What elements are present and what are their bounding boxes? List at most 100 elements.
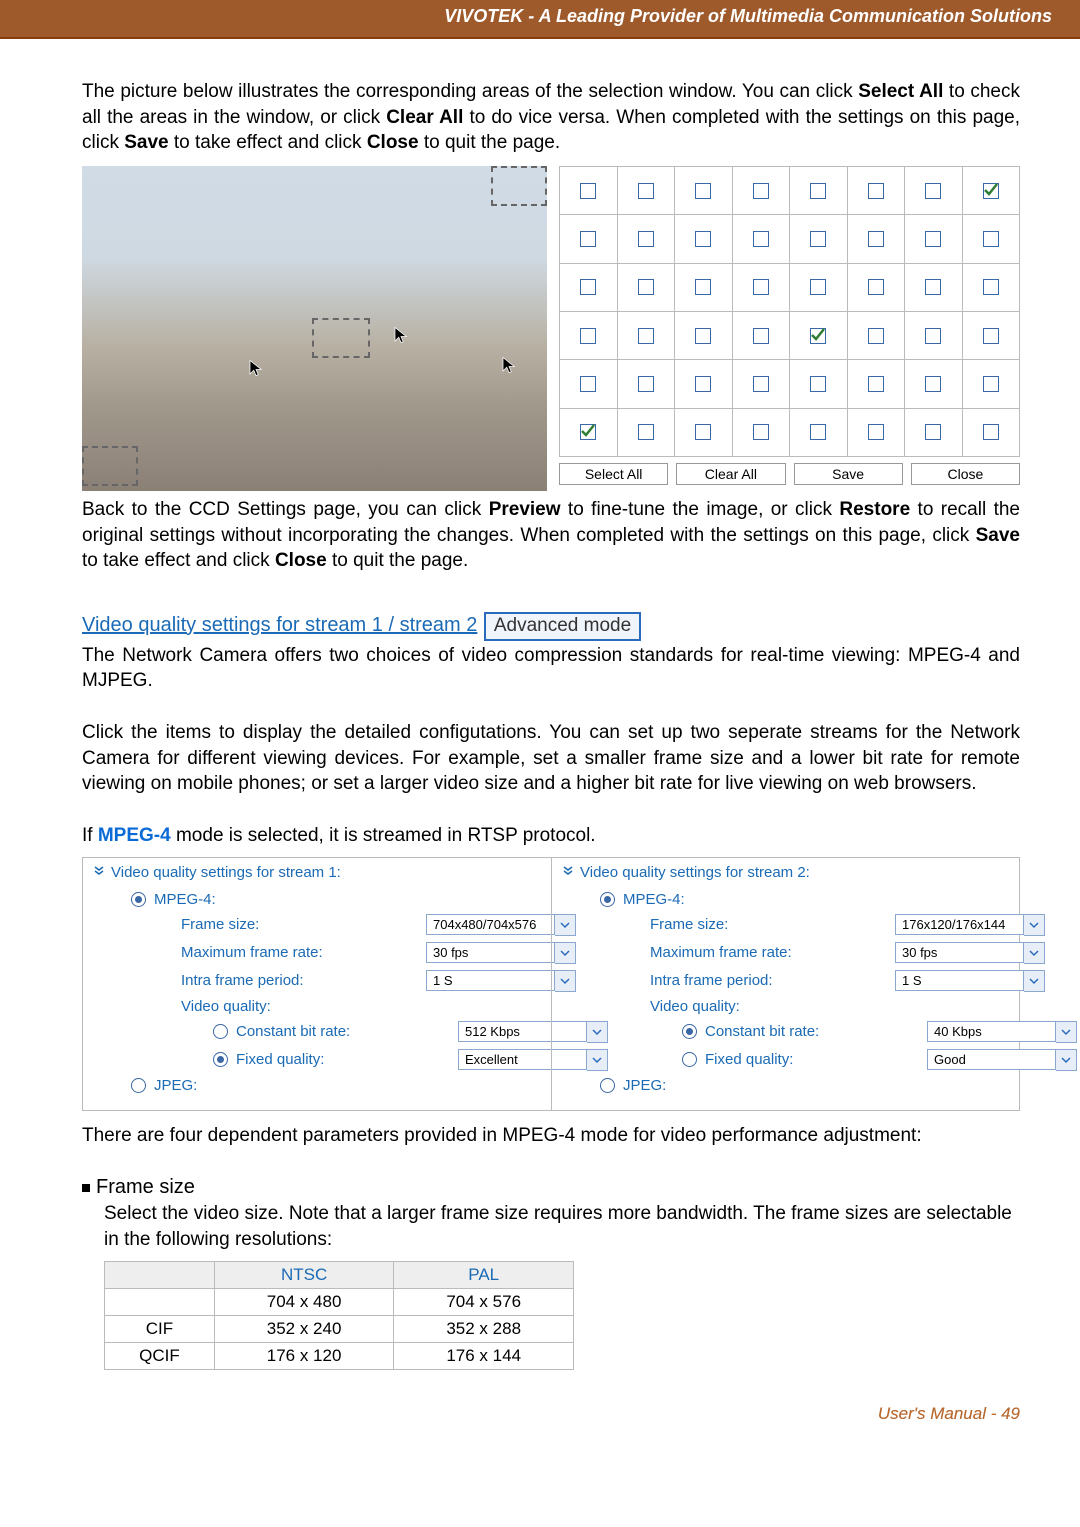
checkbox-icon: [983, 231, 999, 247]
text-bold: Preview: [489, 499, 561, 520]
document-header: VIVOTEK - A Leading Provider of Multimed…: [0, 0, 1080, 37]
checkbox-icon: [580, 231, 596, 247]
bullet-title: Frame size: [96, 1176, 195, 1199]
fixed-quality-radio[interactable]: Fixed quality:: [562, 1051, 927, 1068]
mpeg4-radio[interactable]: MPEG-4:: [600, 891, 1009, 908]
video-quality-label: Video quality:: [93, 998, 426, 1015]
panel-title[interactable]: Video quality settings for stream 1:: [93, 864, 541, 881]
checkbox-cell[interactable]: [618, 409, 676, 457]
text: to fine-tune the image, or click: [561, 499, 840, 520]
chevron-down-icon[interactable]: [1024, 942, 1045, 964]
checkbox-cell[interactable]: [733, 264, 791, 312]
text: If: [82, 825, 98, 846]
table-header: PAL: [394, 1261, 574, 1288]
table-cell: 704 x 480: [214, 1288, 394, 1315]
checkbox-cell[interactable]: [675, 312, 733, 360]
checkbox-cell[interactable]: [675, 167, 733, 215]
checkbox-cell[interactable]: [790, 360, 848, 408]
checkbox-cell[interactable]: [790, 409, 848, 457]
paragraph-2: Back to the CCD Settings page, you can c…: [82, 497, 1020, 574]
checkbox-icon: [580, 376, 596, 392]
text: The picture below illustrates the corres…: [82, 81, 858, 102]
constant-bit-rate-radio[interactable]: Constant bit rate:: [562, 1023, 927, 1040]
double-chevron-down-icon: [562, 864, 574, 881]
checkbox-icon: [753, 231, 769, 247]
table-row: QCIF176 x 120176 x 144: [105, 1342, 574, 1369]
select-value: 30 fps: [895, 942, 1024, 963]
checkbox-cell[interactable]: [675, 360, 733, 408]
checkbox-cell[interactable]: [618, 360, 676, 408]
checkbox-cell[interactable]: [848, 360, 906, 408]
checkbox-icon: [983, 279, 999, 295]
close-button[interactable]: Close: [911, 463, 1020, 485]
checkbox-cell[interactable]: [560, 167, 618, 215]
checkbox-cell[interactable]: [733, 215, 791, 263]
vqs-panel-stream2: Video quality settings for stream 2: MPEG…: [551, 858, 1019, 1110]
checkbox-cell[interactable]: [618, 167, 676, 215]
checkbox-cell[interactable]: [963, 360, 1021, 408]
checkbox-cell[interactable]: [963, 264, 1021, 312]
checkbox-cell[interactable]: [618, 264, 676, 312]
checkbox-cell[interactable]: [618, 215, 676, 263]
clear-all-button[interactable]: Clear All: [676, 463, 785, 485]
text-bold: Restore: [839, 499, 910, 520]
select-value: Good: [927, 1049, 1056, 1070]
chevron-down-icon[interactable]: [1056, 1049, 1077, 1071]
checkbox-icon: [925, 376, 941, 392]
checkbox-cell[interactable]: [848, 264, 906, 312]
checkbox-cell[interactable]: [963, 215, 1021, 263]
table-cell: 176 x 120: [214, 1342, 394, 1369]
radio-icon: [213, 1052, 228, 1067]
checkbox-cell[interactable]: [905, 360, 963, 408]
checkbox-icon: [580, 328, 596, 344]
checkbox-cell[interactable]: [733, 409, 791, 457]
checkbox-cell[interactable]: [963, 167, 1021, 215]
checkbox-cell[interactable]: [963, 409, 1021, 457]
panel-title[interactable]: Video quality settings for stream 2:: [562, 864, 1009, 881]
checkbox-cell[interactable]: [733, 360, 791, 408]
checkbox-cell[interactable]: [675, 409, 733, 457]
save-button[interactable]: Save: [794, 463, 903, 485]
checkbox-cell[interactable]: [733, 167, 791, 215]
checkbox-cell[interactable]: [675, 215, 733, 263]
checkbox-cell[interactable]: [905, 264, 963, 312]
checkbox-cell[interactable]: [848, 215, 906, 263]
paragraph-3: The Network Camera offers two choices of…: [82, 643, 1020, 694]
checkbox-cell[interactable]: [733, 312, 791, 360]
chevron-down-icon[interactable]: [1024, 914, 1045, 936]
checkbox-cell[interactable]: [790, 167, 848, 215]
checkbox-icon: [638, 231, 654, 247]
chevron-down-icon[interactable]: [1024, 970, 1045, 992]
checkbox-cell[interactable]: [905, 409, 963, 457]
checkbox-cell[interactable]: [560, 409, 618, 457]
mpeg4-radio[interactable]: MPEG-4:: [131, 891, 541, 908]
checkbox-cell[interactable]: [790, 264, 848, 312]
select-all-button[interactable]: Select All: [559, 463, 668, 485]
video-quality-link[interactable]: Video quality settings for stream 1 / st…: [82, 614, 477, 636]
checkbox-cell[interactable]: [905, 215, 963, 263]
checkbox-cell[interactable]: [963, 312, 1021, 360]
jpeg-radio[interactable]: JPEG:: [131, 1077, 541, 1094]
fixed-quality-radio[interactable]: Fixed quality:: [93, 1051, 458, 1068]
checkbox-cell[interactable]: [618, 312, 676, 360]
checkbox-cell[interactable]: [560, 215, 618, 263]
table-cell: [105, 1288, 215, 1315]
checkbox-cell[interactable]: [848, 409, 906, 457]
checkbox-icon: [695, 279, 711, 295]
checkbox-cell[interactable]: [560, 264, 618, 312]
constant-bit-rate-radio[interactable]: Constant bit rate:: [93, 1023, 458, 1040]
checkbox-cell[interactable]: [848, 167, 906, 215]
table-header: NTSC: [214, 1261, 394, 1288]
checkbox-cell[interactable]: [848, 312, 906, 360]
checkbox-icon: [580, 279, 596, 295]
checkbox-cell[interactable]: [790, 312, 848, 360]
checkbox-cell[interactable]: [560, 360, 618, 408]
checkbox-cell[interactable]: [905, 167, 963, 215]
jpeg-radio[interactable]: JPEG:: [600, 1077, 1009, 1094]
chevron-down-icon[interactable]: [1056, 1021, 1077, 1043]
checkbox-cell[interactable]: [675, 264, 733, 312]
checkbox-cell[interactable]: [560, 312, 618, 360]
checkbox-icon: [753, 183, 769, 199]
checkbox-cell[interactable]: [905, 312, 963, 360]
checkbox-cell[interactable]: [790, 215, 848, 263]
